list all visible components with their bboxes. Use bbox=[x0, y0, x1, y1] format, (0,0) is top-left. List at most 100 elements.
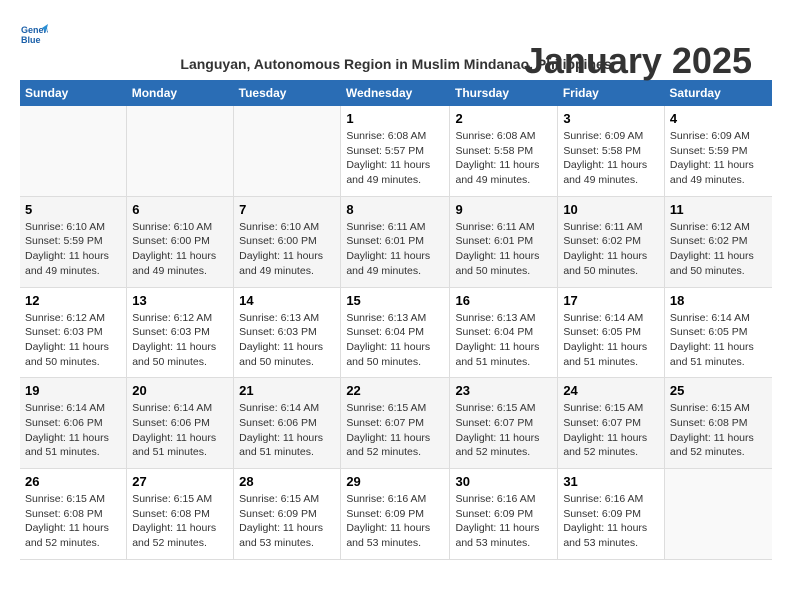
calendar-day: 5Sunrise: 6:10 AMSunset: 5:59 PMDaylight… bbox=[20, 196, 127, 287]
col-saturday: Saturday bbox=[664, 80, 772, 106]
day-number: 29 bbox=[346, 474, 444, 489]
day-number: 20 bbox=[132, 383, 228, 398]
calendar-day bbox=[20, 106, 127, 196]
day-info: Sunrise: 6:15 AMSunset: 6:07 PMDaylight:… bbox=[563, 401, 659, 460]
day-info: Sunrise: 6:11 AMSunset: 6:01 PMDaylight:… bbox=[346, 220, 444, 279]
col-tuesday: Tuesday bbox=[234, 80, 341, 106]
day-info: Sunrise: 6:15 AMSunset: 6:08 PMDaylight:… bbox=[670, 401, 767, 460]
calendar-day: 7 Sunrise: 6:10 AMSunset: 6:00 PMDaylight… bbox=[234, 196, 341, 287]
day-number: 21 bbox=[239, 383, 335, 398]
day-info: Sunrise: 6:09 AMSunset: 5:58 PMDaylight:… bbox=[563, 129, 659, 188]
calendar-week-2: 5Sunrise: 6:10 AMSunset: 5:59 PMDaylight… bbox=[20, 196, 772, 287]
col-sunday: Sunday bbox=[20, 80, 127, 106]
calendar-day: 29 Sunrise: 6:16 AMSunset: 6:09 PMDayligh… bbox=[341, 469, 450, 560]
calendar-day bbox=[234, 106, 341, 196]
day-info: Sunrise: 6:14 AMSunset: 6:06 PMDaylight:… bbox=[239, 401, 335, 460]
day-info: Sunrise: 6:11 AMSunset: 6:01 PMDaylight:… bbox=[455, 220, 552, 279]
calendar-day: 21 Sunrise: 6:14 AMSunset: 6:06 PMDayligh… bbox=[234, 378, 341, 469]
calendar-day: 26 Sunrise: 6:15 AMSunset: 6:08 PMDayligh… bbox=[20, 469, 127, 560]
col-thursday: Thursday bbox=[450, 80, 558, 106]
title-section: January 2025 bbox=[524, 40, 752, 82]
calendar-day: 12 Sunrise: 6:12 AMSunset: 6:03 PMDayligh… bbox=[20, 287, 127, 378]
day-info: Sunrise: 6:10 AMSunset: 6:00 PMDaylight:… bbox=[239, 220, 335, 279]
day-info: Sunrise: 6:14 AMSunset: 6:05 PMDaylight:… bbox=[563, 311, 659, 370]
calendar-day: 18 Sunrise: 6:14 AMSunset: 6:05 PMDayligh… bbox=[664, 287, 772, 378]
day-info: Sunrise: 6:15 AMSunset: 6:08 PMDaylight:… bbox=[25, 492, 121, 551]
calendar-day bbox=[664, 469, 772, 560]
day-info: Sunrise: 6:08 AMSunset: 5:57 PMDaylight:… bbox=[346, 129, 444, 188]
header-row: Sunday Monday Tuesday Wednesday Thursday… bbox=[20, 80, 772, 106]
day-number: 30 bbox=[455, 474, 552, 489]
calendar-day: 22 Sunrise: 6:15 AMSunset: 6:07 PMDayligh… bbox=[341, 378, 450, 469]
calendar-week-3: 12 Sunrise: 6:12 AMSunset: 6:03 PMDayligh… bbox=[20, 287, 772, 378]
day-number: 31 bbox=[563, 474, 659, 489]
day-info: Sunrise: 6:13 AMSunset: 6:04 PMDaylight:… bbox=[455, 311, 552, 370]
day-info: Sunrise: 6:14 AMSunset: 6:05 PMDaylight:… bbox=[670, 311, 767, 370]
day-number: 1 bbox=[346, 111, 444, 126]
calendar-day: 28 Sunrise: 6:15 AMSunset: 6:09 PMDayligh… bbox=[234, 469, 341, 560]
calendar-day: 13 Sunrise: 6:12 AMSunset: 6:03 PMDayligh… bbox=[127, 287, 234, 378]
day-number: 3 bbox=[563, 111, 659, 126]
day-info: Sunrise: 6:15 AMSunset: 6:07 PMDaylight:… bbox=[346, 401, 444, 460]
calendar-day: 8 Sunrise: 6:11 AMSunset: 6:01 PMDaylight… bbox=[341, 196, 450, 287]
day-number: 17 bbox=[563, 293, 659, 308]
calendar-day: 2Sunrise: 6:08 AMSunset: 5:58 PMDaylight… bbox=[450, 106, 558, 196]
day-number: 18 bbox=[670, 293, 767, 308]
day-number: 22 bbox=[346, 383, 444, 398]
day-info: Sunrise: 6:15 AMSunset: 6:08 PMDaylight:… bbox=[132, 492, 228, 551]
day-info: Sunrise: 6:16 AMSunset: 6:09 PMDaylight:… bbox=[455, 492, 552, 551]
calendar-table: Sunday Monday Tuesday Wednesday Thursday… bbox=[20, 80, 772, 560]
day-number: 26 bbox=[25, 474, 121, 489]
day-info: Sunrise: 6:16 AMSunset: 6:09 PMDaylight:… bbox=[563, 492, 659, 551]
day-info: Sunrise: 6:10 AMSunset: 6:00 PMDaylight:… bbox=[132, 220, 228, 279]
day-info: Sunrise: 6:12 AMSunset: 6:02 PMDaylight:… bbox=[670, 220, 767, 279]
day-number: 14 bbox=[239, 293, 335, 308]
calendar-day: 24Sunrise: 6:15 AMSunset: 6:07 PMDayligh… bbox=[558, 378, 665, 469]
day-info: Sunrise: 6:14 AMSunset: 6:06 PMDaylight:… bbox=[132, 401, 228, 460]
calendar-day: 20 Sunrise: 6:14 AMSunset: 6:06 PMDayligh… bbox=[127, 378, 234, 469]
day-number: 16 bbox=[455, 293, 552, 308]
day-number: 25 bbox=[670, 383, 767, 398]
day-number: 13 bbox=[132, 293, 228, 308]
day-info: Sunrise: 6:08 AMSunset: 5:58 PMDaylight:… bbox=[455, 129, 552, 188]
logo-icon: General Blue bbox=[20, 20, 48, 48]
calendar-day: 27Sunrise: 6:15 AMSunset: 6:08 PMDayligh… bbox=[127, 469, 234, 560]
calendar-day: 6 Sunrise: 6:10 AMSunset: 6:00 PMDaylight… bbox=[127, 196, 234, 287]
calendar-day: 17 Sunrise: 6:14 AMSunset: 6:05 PMDayligh… bbox=[558, 287, 665, 378]
day-number: 4 bbox=[670, 111, 767, 126]
calendar-day: 15Sunrise: 6:13 AMSunset: 6:04 PMDayligh… bbox=[341, 287, 450, 378]
day-info: Sunrise: 6:14 AMSunset: 6:06 PMDaylight:… bbox=[25, 401, 121, 460]
col-monday: Monday bbox=[127, 80, 234, 106]
page-title: January 2025 bbox=[524, 40, 752, 82]
day-number: 28 bbox=[239, 474, 335, 489]
day-info: Sunrise: 6:16 AMSunset: 6:09 PMDaylight:… bbox=[346, 492, 444, 551]
day-info: Sunrise: 6:12 AMSunset: 6:03 PMDaylight:… bbox=[132, 311, 228, 370]
day-number: 11 bbox=[670, 202, 767, 217]
day-info: Sunrise: 6:15 AMSunset: 6:07 PMDaylight:… bbox=[455, 401, 552, 460]
day-number: 10 bbox=[563, 202, 659, 217]
day-number: 23 bbox=[455, 383, 552, 398]
calendar-day: 11 Sunrise: 6:12 AMSunset: 6:02 PMDayligh… bbox=[664, 196, 772, 287]
calendar-day: 3 Sunrise: 6:09 AMSunset: 5:58 PMDaylight… bbox=[558, 106, 665, 196]
calendar-day: 16 Sunrise: 6:13 AMSunset: 6:04 PMDayligh… bbox=[450, 287, 558, 378]
calendar-day: 31 Sunrise: 6:16 AMSunset: 6:09 PMDayligh… bbox=[558, 469, 665, 560]
day-number: 7 bbox=[239, 202, 335, 217]
day-info: Sunrise: 6:09 AMSunset: 5:59 PMDaylight:… bbox=[670, 129, 767, 188]
day-number: 8 bbox=[346, 202, 444, 217]
calendar-day: 30 Sunrise: 6:16 AMSunset: 6:09 PMDayligh… bbox=[450, 469, 558, 560]
calendar-day: 14Sunrise: 6:13 AMSunset: 6:03 PMDayligh… bbox=[234, 287, 341, 378]
col-friday: Friday bbox=[558, 80, 665, 106]
day-number: 12 bbox=[25, 293, 121, 308]
calendar-week-1: 1 Sunrise: 6:08 AMSunset: 5:57 PMDaylight… bbox=[20, 106, 772, 196]
day-info: Sunrise: 6:12 AMSunset: 6:03 PMDaylight:… bbox=[25, 311, 121, 370]
day-info: Sunrise: 6:15 AMSunset: 6:09 PMDaylight:… bbox=[239, 492, 335, 551]
calendar-week-5: 26 Sunrise: 6:15 AMSunset: 6:08 PMDayligh… bbox=[20, 469, 772, 560]
col-wednesday: Wednesday bbox=[341, 80, 450, 106]
calendar-day: 4 Sunrise: 6:09 AMSunset: 5:59 PMDaylight… bbox=[664, 106, 772, 196]
day-number: 6 bbox=[132, 202, 228, 217]
day-info: Sunrise: 6:11 AMSunset: 6:02 PMDaylight:… bbox=[563, 220, 659, 279]
day-info: Sunrise: 6:13 AMSunset: 6:04 PMDaylight:… bbox=[346, 311, 444, 370]
day-info: Sunrise: 6:10 AMSunset: 5:59 PMDaylight:… bbox=[25, 220, 121, 279]
calendar-week-4: 19Sunrise: 6:14 AMSunset: 6:06 PMDayligh… bbox=[20, 378, 772, 469]
svg-text:Blue: Blue bbox=[21, 35, 41, 45]
